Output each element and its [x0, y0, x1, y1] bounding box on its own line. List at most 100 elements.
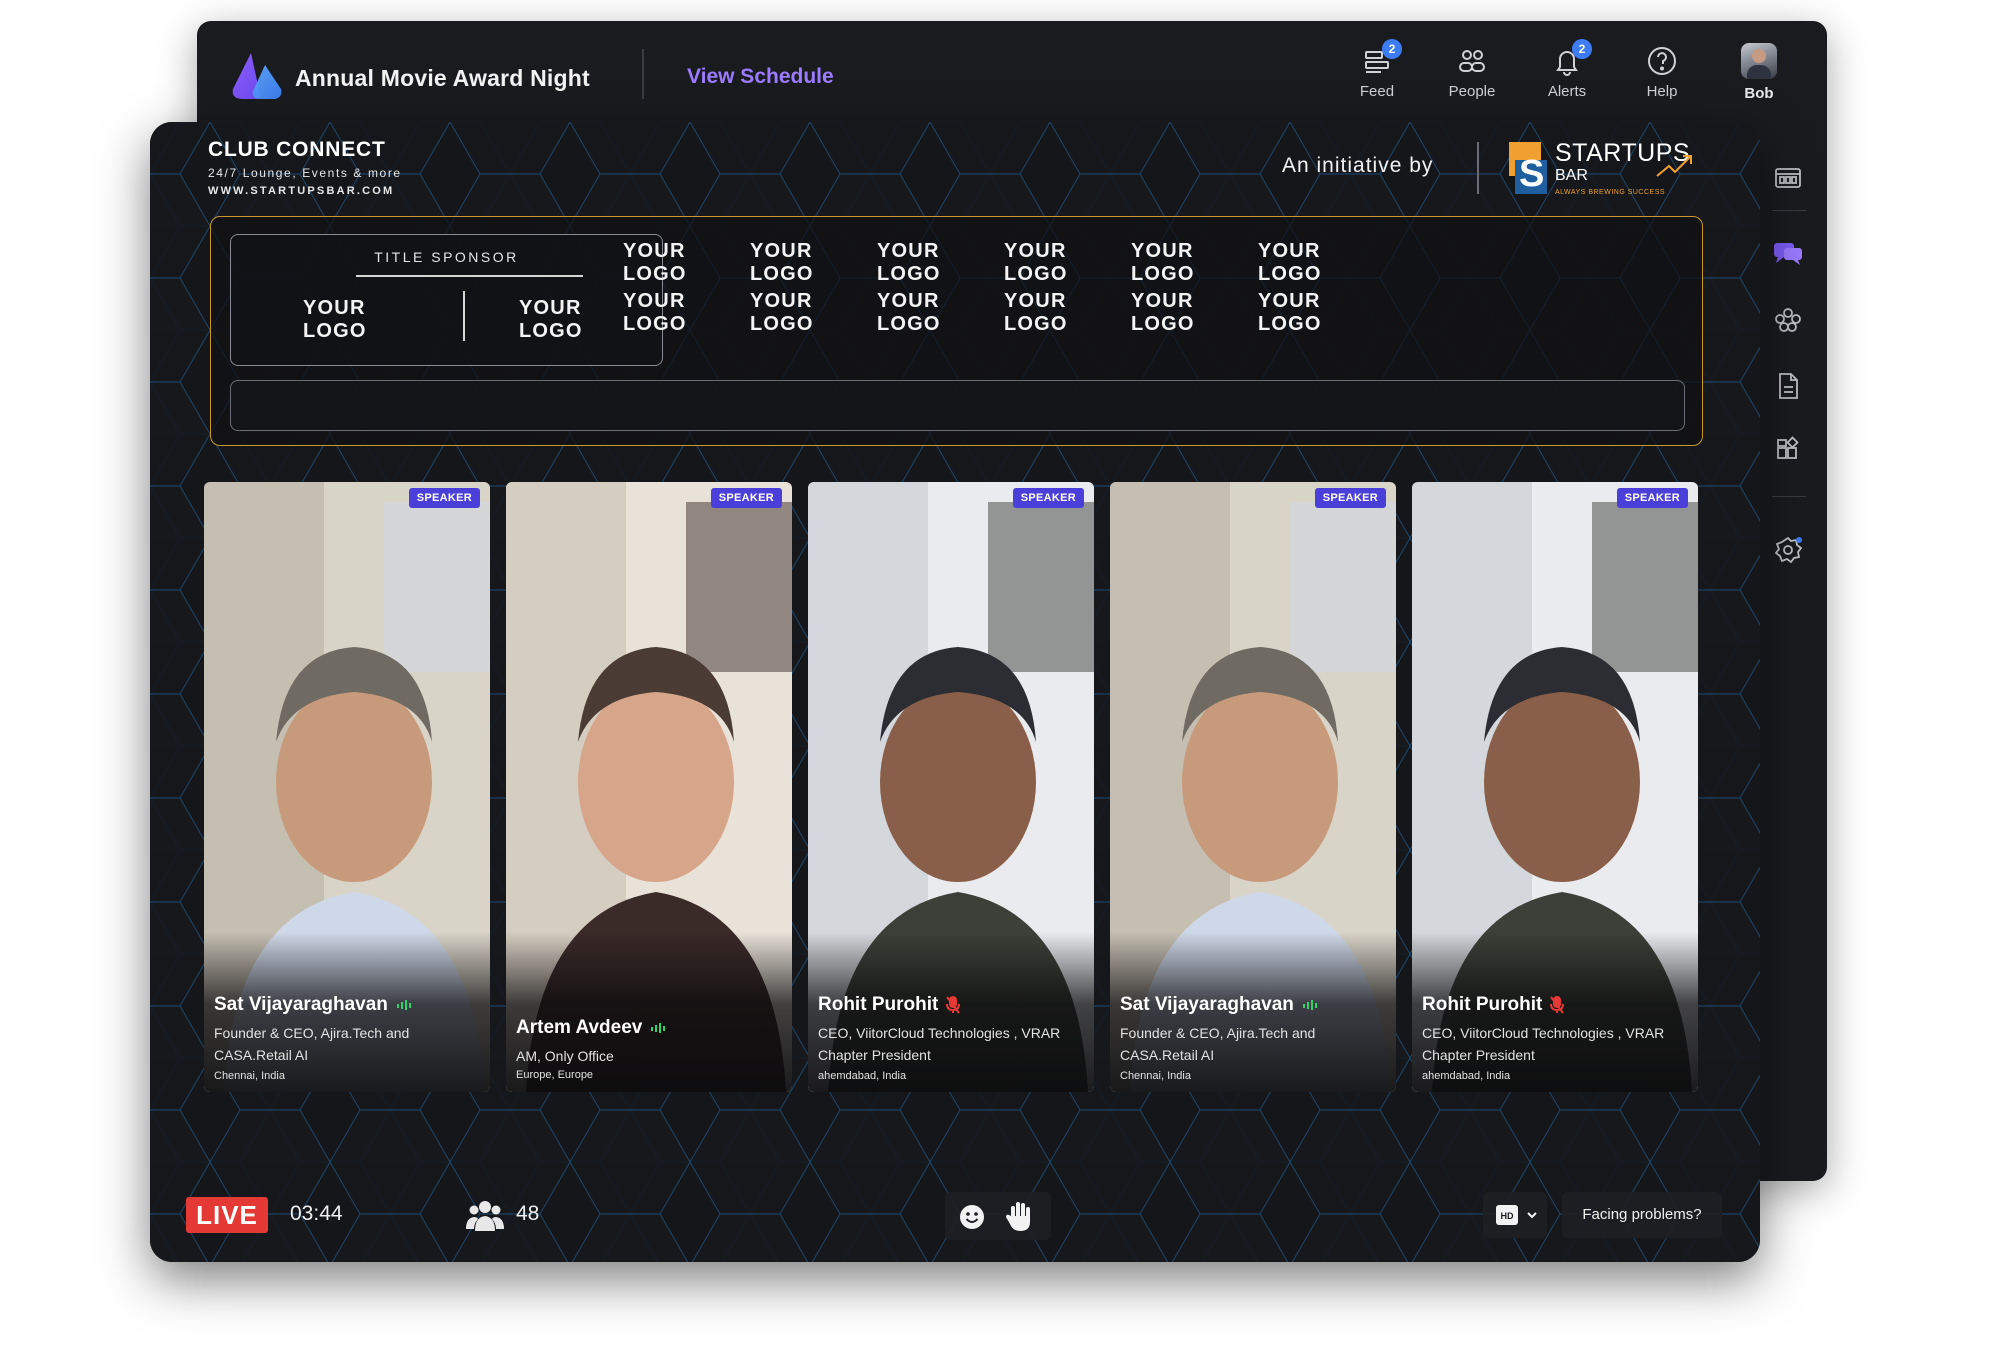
sponsor-ticker-bar — [230, 380, 1685, 431]
startupsbar-logo-icon: S — [1509, 142, 1547, 195]
title-sponsor-rule — [356, 275, 583, 277]
title-sponsor-label: TITLE SPONSOR — [374, 249, 519, 265]
stage-window: CLUB CONNECT 24/7 Lounge, Events & more … — [150, 122, 1760, 1262]
initiative-divider — [1477, 142, 1479, 194]
top-bar: Annual Movie Award Night View Schedule 2… — [197, 21, 1827, 121]
nav-help[interactable]: Help — [1622, 41, 1702, 111]
live-badge: LIVE — [186, 1197, 268, 1233]
attendees-icon[interactable] — [465, 1197, 505, 1233]
feed-badge: 2 — [1382, 39, 1402, 59]
speaker-role: CEO, ViitorCloud Technologies , VRAR Cha… — [818, 1025, 1061, 1063]
app-logo-icon — [232, 53, 282, 99]
nav-alerts[interactable]: 2 Alerts — [1527, 39, 1607, 111]
view-schedule-link[interactable]: View Schedule — [687, 65, 834, 89]
club-title: CLUB CONNECT — [208, 138, 386, 161]
partner-bar: BAR — [1555, 167, 1588, 184]
speaker-role: Founder & CEO, Ajira.Tech and CASA.Retai… — [214, 1025, 410, 1063]
sponsor-logo-slot[interactable]: YOUR LOGO — [750, 290, 814, 336]
nav-people[interactable]: People — [1432, 41, 1512, 111]
speaker-name: Artem Avdeev — [516, 1017, 666, 1039]
mic-muted-icon — [1550, 995, 1565, 1014]
attendee-count: 48 — [516, 1202, 540, 1225]
svg-text:HD: HD — [1501, 1211, 1514, 1221]
title-sponsor-logo-1: YOUR LOGO — [303, 297, 367, 342]
sponsor-logo-slot[interactable]: YOUR LOGO — [1131, 290, 1195, 336]
speaker-tile[interactable]: SPEAKER Sat Vijayaraghavan Founder & CEO, … — [204, 482, 490, 1092]
speaker-tile[interactable]: SPEAKER Rohit Purohit CEO, ViitorCloud Tec… — [1412, 482, 1698, 1092]
sponsor-logo-slot[interactable]: YOUR LOGO — [877, 290, 941, 336]
partner-tagline: ALWAYS BREWING SUCCESS — [1555, 189, 1666, 196]
mic-muted-icon — [946, 995, 961, 1014]
rail-separator — [1772, 210, 1806, 211]
sponsor-logo-slot[interactable]: YOUR LOGO — [1258, 240, 1322, 286]
sponsor-logo-slot[interactable]: YOUR LOGO — [1004, 240, 1068, 286]
document-icon — [1779, 373, 1798, 399]
people-icon — [1459, 50, 1485, 72]
speaker-badge: SPEAKER — [1012, 488, 1084, 508]
reactions-bar — [945, 1192, 1051, 1240]
title-sponsor-box[interactable]: TITLE SPONSOR YOUR LOGO YOUR LOGO — [230, 234, 663, 366]
sponsor-logo-slot[interactable]: YOUR LOGO — [1131, 240, 1195, 286]
sponsor-logo-slot[interactable]: YOUR LOGO — [1004, 290, 1068, 336]
nav-feed-label: Feed — [1359, 83, 1395, 100]
sponsor-logo-slot[interactable]: YOUR LOGO — [750, 240, 814, 286]
emoji-icon[interactable] — [959, 1204, 985, 1230]
rail-dashboard[interactable] — [1760, 154, 1816, 202]
svg-text:S: S — [1519, 153, 1544, 195]
session-timer: 03:44 — [290, 1202, 343, 1225]
sponsor-logo-slot[interactable]: YOUR LOGO — [623, 240, 687, 286]
speaker-location: ahemdabad, India — [818, 1070, 907, 1082]
sponsor-board: TITLE SPONSOR YOUR LOGO YOUR LOGO YOUR LOGO… — [210, 216, 1703, 446]
speaker-tile[interactable]: SPEAKER Sat Vijayaraghavan Founder & CEO, … — [1110, 482, 1396, 1092]
initiative-label: An initiative by — [1282, 154, 1434, 177]
club-url: WWW.STARTUPSBAR.COM — [208, 185, 395, 197]
nav-help-label: Help — [1646, 83, 1678, 100]
speaker-location: Chennai, India — [214, 1070, 285, 1082]
rail-settings[interactable] — [1760, 526, 1816, 574]
speaker-role: AM, Only Office — [516, 1048, 614, 1064]
nav-alerts-label: Alerts — [1547, 83, 1587, 100]
sponsor-logo-slot[interactable]: YOUR LOGO — [877, 240, 941, 286]
speaker-badge: SPEAKER — [1314, 488, 1386, 508]
groups-icon — [1775, 308, 1801, 332]
rail-documents[interactable] — [1760, 362, 1816, 410]
speaker-name: Sat Vijayaraghavan — [1120, 994, 1318, 1016]
title-sponsor-divider — [463, 291, 465, 341]
rail-chat[interactable] — [1760, 230, 1816, 278]
help-icon — [1648, 47, 1676, 75]
speaker-location: ahemdabad, India — [1422, 1070, 1511, 1082]
speaker-role: CEO, ViitorCloud Technologies , VRAR Cha… — [1422, 1025, 1665, 1063]
sponsor-logo-slot[interactable]: YOUR LOGO — [1258, 290, 1322, 336]
chevron-down-icon — [1527, 1212, 1537, 1219]
dashboard-icon — [1775, 168, 1801, 188]
chat-icon — [1774, 243, 1802, 265]
facing-problems-button[interactable]: Facing problems? — [1562, 1192, 1722, 1238]
rail-groups[interactable] — [1760, 296, 1816, 344]
speaker-badge: SPEAKER — [710, 488, 782, 508]
speaker-tile[interactable]: SPEAKER Artem Avdeev AM, Only Office Europe… — [506, 482, 792, 1092]
settings-icon — [1774, 536, 1803, 564]
title-sponsor-logo-2: YOUR LOGO — [519, 297, 583, 342]
nav-profile[interactable]: Bob — [1719, 41, 1799, 111]
club-subtitle: 24/7 Lounge, Events & more — [208, 166, 402, 180]
speaker-role: Founder & CEO, Ajira.Tech and CASA.Retai… — [1120, 1025, 1316, 1063]
speaker-badge: SPEAKER — [408, 488, 480, 508]
growth-arrow-icon — [1656, 155, 1692, 177]
nav-feed[interactable]: 2 Feed — [1337, 39, 1417, 111]
rail-separator — [1772, 496, 1806, 497]
quality-selector[interactable]: HD — [1483, 1192, 1547, 1238]
rail-widgets[interactable] — [1760, 426, 1816, 474]
speaker-location: Europe, Europe — [516, 1069, 594, 1081]
raise-hand-icon[interactable] — [1005, 1200, 1035, 1232]
sponsor-logo-slot[interactable]: YOUR LOGO — [623, 290, 687, 336]
nav-profile-label: Bob — [1744, 85, 1774, 102]
event-title: Annual Movie Award Night — [295, 65, 590, 91]
speaker-tile[interactable]: SPEAKER Rohit Purohit CEO, ViitorCloud Tec… — [808, 482, 1094, 1092]
speaker-name: Rohit Purohit — [818, 994, 961, 1016]
speaker-name: Sat Vijayaraghavan — [214, 994, 412, 1016]
hd-icon: HD — [1496, 1205, 1518, 1225]
speaker-location: Chennai, India — [1120, 1070, 1191, 1082]
title-divider — [642, 49, 644, 99]
speaker-badge: SPEAKER — [1616, 488, 1688, 508]
audio-level-icon — [1302, 999, 1317, 1010]
